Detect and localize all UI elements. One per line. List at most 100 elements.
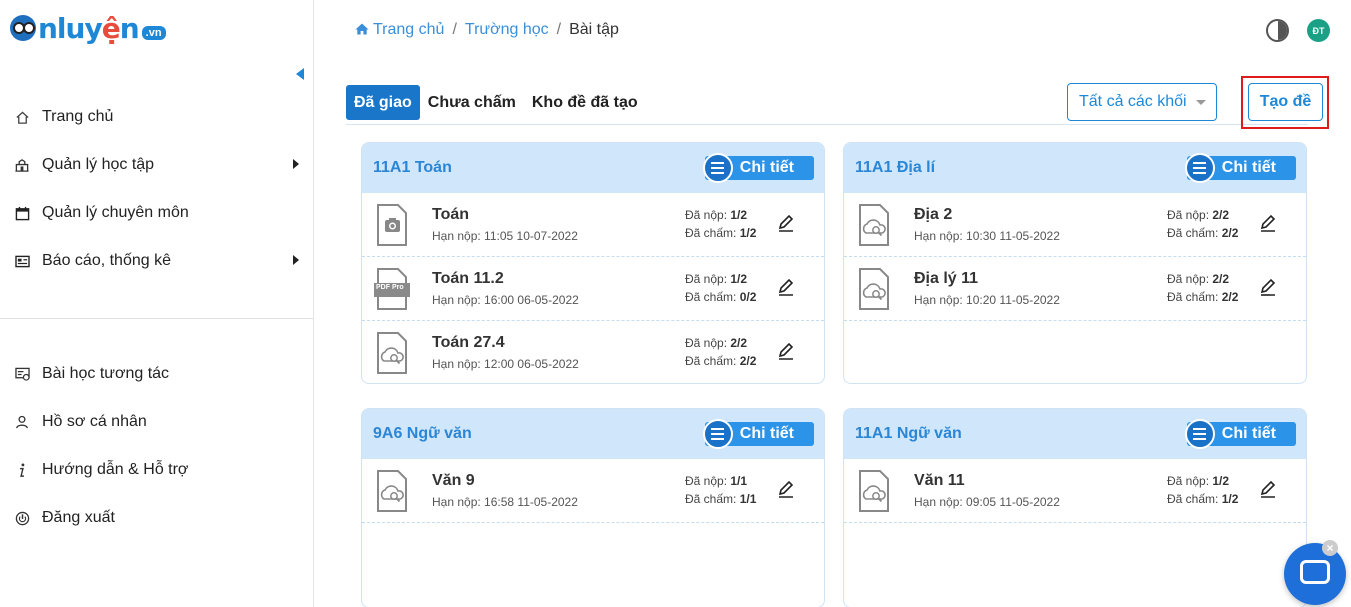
grade-filter-select[interactable]: Tất cả các khối bbox=[1067, 83, 1217, 121]
school-icon bbox=[14, 157, 30, 173]
edit-icon[interactable] bbox=[776, 341, 796, 361]
list-icon bbox=[702, 419, 733, 449]
cloud-search-file-icon bbox=[362, 321, 422, 383]
sidebar-item-interactive-lessons[interactable]: Bài học tương tác bbox=[0, 350, 313, 398]
logo-brand: nluyện bbox=[38, 11, 140, 45]
class-card-header: 11A1 Địa lí Chi tiết bbox=[844, 143, 1306, 193]
tab-assigned[interactable]: Đã giao bbox=[346, 85, 420, 120]
graded-count: Đã chấm: 1/2 bbox=[1167, 492, 1239, 506]
interactive-lesson-icon bbox=[14, 366, 30, 382]
sidebar-item-professional[interactable]: Quản lý chuyên môn bbox=[0, 189, 313, 237]
sidebar-nav-main: Trang chủ Quản lý học tập Quản lý chuyên… bbox=[0, 93, 313, 285]
detail-button[interactable]: Chi tiết bbox=[1184, 153, 1296, 183]
assignment-row[interactable]: Văn 11 Hạn nộp: 09:05 11-05-2022 Đã nộp:… bbox=[844, 459, 1306, 523]
detail-button[interactable]: Chi tiết bbox=[1184, 419, 1296, 449]
assignment-name[interactable]: Toán bbox=[432, 206, 469, 224]
class-title[interactable]: 11A1 Ngữ văn bbox=[855, 425, 962, 443]
assignment-name[interactable]: Toán 27.4 bbox=[432, 334, 505, 352]
edit-icon[interactable] bbox=[776, 479, 796, 499]
submitted-count: Đã nộp: 1/2 bbox=[685, 272, 748, 286]
assignment-deadline: Hạn nộp: 11:05 10-07-2022 bbox=[432, 229, 578, 243]
class-title[interactable]: 9A6 Ngữ văn bbox=[373, 425, 472, 443]
assignment-row[interactable]: Văn 9 Hạn nộp: 16:58 11-05-2022 Đã nộp: … bbox=[362, 459, 824, 523]
sidebar-item-learning[interactable]: Quản lý học tập bbox=[0, 141, 313, 189]
contrast-toggle-icon[interactable] bbox=[1266, 19, 1289, 42]
assignment-deadline: Hạn nộp: 10:20 11-05-2022 bbox=[914, 293, 1060, 307]
pdf-file-icon: PDF Pro bbox=[362, 257, 422, 321]
assignment-row[interactable]: PDF Pro Toán 11.2 Hạn nộp: 16:00 06-05-2… bbox=[362, 257, 824, 321]
assignment-row[interactable]: Toán 27.4 Hạn nộp: 12:00 06-05-2022 Đã n… bbox=[362, 321, 824, 383]
assignment-name[interactable]: Địa lý 11 bbox=[914, 270, 978, 288]
assignment-row[interactable]: Địa 2 Hạn nộp: 10:30 11-05-2022 Đã nộp: … bbox=[844, 193, 1306, 257]
edit-icon[interactable] bbox=[1258, 213, 1278, 233]
assignment-row[interactable]: Toán Hạn nộp: 11:05 10-07-2022 Đã nộp: 1… bbox=[362, 193, 824, 257]
class-card-header: 11A1 Ngữ văn Chi tiết bbox=[844, 409, 1306, 459]
chat-bubble-icon bbox=[1300, 560, 1330, 584]
class-card: 11A1 Địa lí Chi tiết Địa 2 Hạn nộp: 10:3… bbox=[843, 142, 1307, 384]
detail-button[interactable]: Chi tiết bbox=[702, 419, 814, 449]
breadcrumb-school[interactable]: Trường học bbox=[465, 21, 549, 39]
cloud-search-file-icon bbox=[844, 459, 904, 523]
graded-count: Đã chấm: 2/2 bbox=[685, 354, 757, 368]
submitted-count: Đã nộp: 2/2 bbox=[1167, 272, 1230, 286]
sidebar: nluyện .vn Trang chủ Quản lý học tập Quả… bbox=[0, 0, 314, 607]
avatar[interactable]: ĐT bbox=[1307, 19, 1330, 42]
chat-close-icon[interactable]: × bbox=[1322, 540, 1338, 556]
list-icon bbox=[702, 153, 733, 183]
assignment-deadline: Hạn nộp: 09:05 11-05-2022 bbox=[914, 495, 1060, 509]
assignment-deadline: Hạn nộp: 10:30 11-05-2022 bbox=[914, 229, 1060, 243]
graded-count: Đã chấm: 2/2 bbox=[1167, 226, 1239, 240]
sidebar-item-help[interactable]: Hướng dẫn & Hỗ trợ bbox=[0, 446, 313, 494]
list-icon bbox=[1184, 419, 1215, 449]
onluyen-logo[interactable]: nluyện .vn bbox=[10, 8, 166, 48]
sidebar-item-home[interactable]: Trang chủ bbox=[0, 93, 313, 141]
sidebar-nav-secondary: Bài học tương tác Hồ sơ cá nhân Hướng dẫ… bbox=[0, 350, 313, 542]
power-icon bbox=[14, 510, 30, 526]
graded-count: Đã chấm: 1/1 bbox=[685, 492, 757, 506]
assignment-deadline: Hạn nộp: 16:58 11-05-2022 bbox=[432, 495, 578, 509]
cloud-search-file-icon bbox=[844, 257, 904, 321]
submitted-count: Đã nộp: 1/2 bbox=[1167, 474, 1230, 488]
logo-domain-badge: .vn bbox=[141, 26, 166, 40]
edit-icon[interactable] bbox=[776, 213, 796, 233]
submitted-count: Đã nộp: 2/2 bbox=[1167, 208, 1230, 222]
assignment-tabs: Đã giao Chưa chấm Kho đề đã tạo bbox=[346, 85, 646, 120]
camera-file-icon bbox=[362, 193, 422, 257]
assignment-name[interactable]: Văn 9 bbox=[432, 472, 475, 490]
breadcrumb-home[interactable]: Trang chủ bbox=[355, 21, 444, 39]
tabs-divider bbox=[346, 124, 1308, 125]
edit-icon[interactable] bbox=[1258, 277, 1278, 297]
assignment-deadline: Hạn nộp: 12:00 06-05-2022 bbox=[432, 357, 579, 371]
class-title[interactable]: 11A1 Địa lí bbox=[855, 159, 935, 177]
sidebar-item-reports[interactable]: Báo cáo, thống kê bbox=[0, 237, 313, 285]
create-exam-button[interactable]: Tạo đề bbox=[1248, 83, 1323, 121]
assignment-name[interactable]: Toán 11.2 bbox=[432, 270, 504, 288]
tab-created-bank[interactable]: Kho đề đã tạo bbox=[524, 85, 646, 120]
detail-button[interactable]: Chi tiết bbox=[702, 153, 814, 183]
calendar-icon bbox=[14, 205, 30, 221]
home-icon bbox=[14, 109, 30, 125]
breadcrumb: Trang chủ / Trường học / Bài tập bbox=[355, 21, 619, 39]
class-card-header: 11A1 Toán Chi tiết bbox=[362, 143, 824, 193]
report-icon bbox=[14, 253, 30, 269]
info-icon bbox=[14, 462, 30, 478]
class-card: 9A6 Ngữ văn Chi tiết Văn 9 Hạn nộp: 16:5… bbox=[361, 408, 825, 607]
assignment-name[interactable]: Văn 11 bbox=[914, 472, 965, 490]
breadcrumb-current: Bài tập bbox=[569, 21, 619, 38]
collapse-sidebar-icon[interactable] bbox=[296, 68, 304, 80]
sidebar-item-logout[interactable]: Đăng xuất bbox=[0, 494, 313, 542]
assignment-name[interactable]: Địa 2 bbox=[914, 206, 952, 224]
pdf-badge: PDF Pro bbox=[376, 284, 404, 291]
tab-ungraded[interactable]: Chưa chấm bbox=[420, 85, 524, 120]
graded-count: Đã chấm: 2/2 bbox=[1167, 290, 1239, 304]
assignment-row[interactable]: Địa lý 11 Hạn nộp: 10:20 11-05-2022 Đã n… bbox=[844, 257, 1306, 321]
class-title[interactable]: 11A1 Toán bbox=[373, 159, 452, 177]
edit-icon[interactable] bbox=[776, 277, 796, 297]
sidebar-item-profile[interactable]: Hồ sơ cá nhân bbox=[0, 398, 313, 446]
submenu-arrow-icon bbox=[293, 159, 299, 169]
list-icon bbox=[1184, 153, 1215, 183]
home-icon bbox=[355, 23, 369, 35]
chevron-down-icon bbox=[1196, 100, 1206, 105]
edit-icon[interactable] bbox=[1258, 479, 1278, 499]
cloud-search-file-icon bbox=[362, 459, 422, 523]
